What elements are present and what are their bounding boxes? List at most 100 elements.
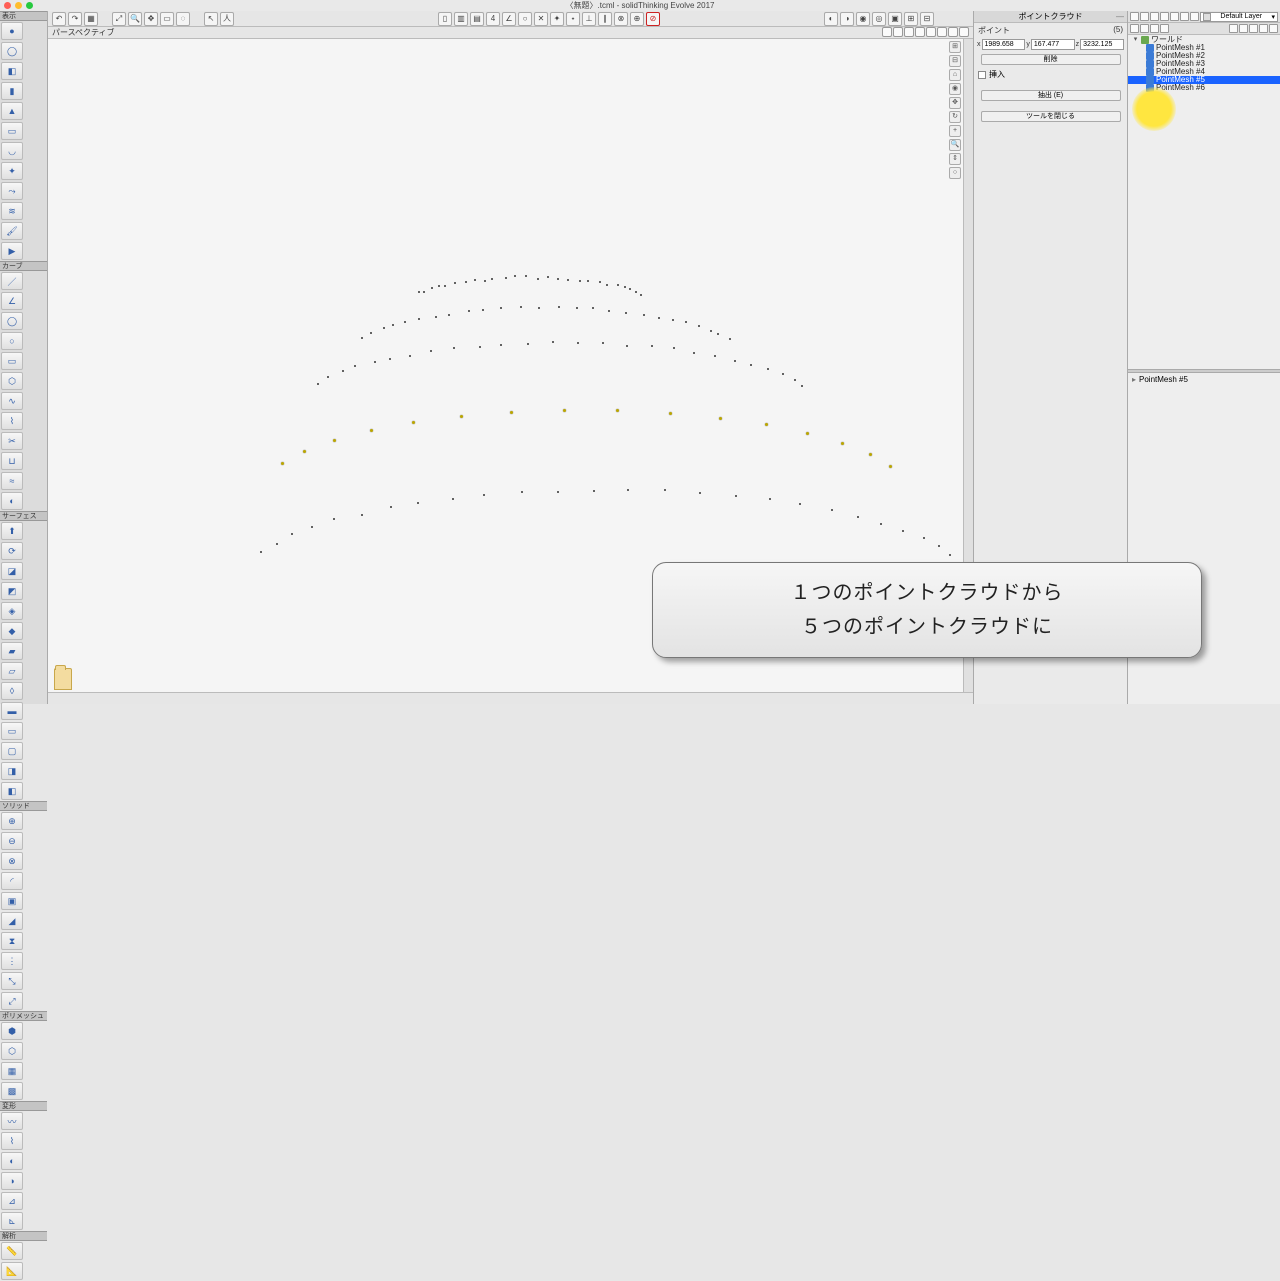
checkbox-icon[interactable]: [978, 71, 986, 79]
tool-d1-icon[interactable]: 〰: [1, 1112, 23, 1130]
tool-circle-icon[interactable]: ○: [1, 332, 23, 350]
vp-side-4-icon[interactable]: ◉: [949, 83, 961, 95]
tool-snap7-icon[interactable]: ∥: [598, 12, 612, 26]
tool-snap1-icon[interactable]: ∠: [502, 12, 516, 26]
tool-redo-icon[interactable]: ↷: [68, 12, 82, 26]
rb3-icon[interactable]: [1150, 24, 1159, 33]
tool-pm1-icon[interactable]: ⬢: [1, 1022, 23, 1040]
tool-bool2-icon[interactable]: ⊖: [1, 832, 23, 850]
prop-close-button[interactable]: ツールを閉じる: [981, 111, 1121, 122]
tool-srf10-icon[interactable]: ▢: [1, 742, 23, 760]
rt1-icon[interactable]: [1130, 12, 1139, 21]
tool-srf8-icon[interactable]: ▬: [1, 702, 23, 720]
tool-srf5-icon[interactable]: ▰: [1, 642, 23, 660]
detail-node[interactable]: ▸PointMesh #5: [1128, 373, 1280, 386]
tool-srf3-icon[interactable]: ◈: [1, 602, 23, 620]
tool-srf4-icon[interactable]: ◆: [1, 622, 23, 640]
tree-item[interactable]: PointMesh #6: [1128, 84, 1280, 92]
tool-rev-icon[interactable]: ⟳: [1, 542, 23, 560]
tool-mir-icon[interactable]: ⧗: [1, 932, 23, 950]
vp-btn-7-icon[interactable]: [948, 27, 958, 37]
tool-draft-icon[interactable]: ◢: [1, 912, 23, 930]
tool-ext-icon[interactable]: ⬆: [1, 522, 23, 540]
rt5-icon[interactable]: [1170, 12, 1179, 21]
layer-selector[interactable]: Default Layer▾: [1200, 12, 1278, 22]
tool-render6-icon[interactable]: ⊞: [904, 12, 918, 26]
rt7-icon[interactable]: [1190, 12, 1199, 21]
tool-cube-icon[interactable]: ◧: [1, 62, 23, 80]
tool-person-icon[interactable]: 人: [220, 12, 234, 26]
tool-pm3-icon[interactable]: ▦: [1, 1062, 23, 1080]
rb1-icon[interactable]: [1130, 24, 1139, 33]
tool-render5-icon[interactable]: ▣: [888, 12, 902, 26]
vp-side-2-icon[interactable]: ⊟: [949, 55, 961, 67]
vp-btn-6-icon[interactable]: [937, 27, 947, 37]
tool-d5-icon[interactable]: ⊿: [1, 1192, 23, 1210]
tool-grid-icon[interactable]: ▦: [84, 12, 98, 26]
rb2-icon[interactable]: [1140, 24, 1149, 33]
tool-view1-icon[interactable]: ▯: [438, 12, 452, 26]
tool-line-icon[interactable]: ／: [1, 272, 23, 290]
tool-arc-icon[interactable]: ◡: [1, 142, 23, 160]
tool-view4-icon[interactable]: 4: [486, 12, 500, 26]
vp-side-6-icon[interactable]: ↻: [949, 111, 961, 123]
tool-view3-icon[interactable]: ▤: [470, 12, 484, 26]
tool-snap3-icon[interactable]: ✕: [534, 12, 548, 26]
tool-bool1-icon[interactable]: ⊕: [1, 812, 23, 830]
tool-sweep-icon[interactable]: ⤳: [1, 182, 23, 200]
minimize-window-icon[interactable]: [15, 2, 22, 9]
tool-pm2-icon[interactable]: ⬡: [1, 1042, 23, 1060]
vp-side-3-icon[interactable]: ⌂: [949, 69, 961, 81]
tool-render3-icon[interactable]: ◉: [856, 12, 870, 26]
tool-pm4-icon[interactable]: ▩: [1, 1082, 23, 1100]
rt3-icon[interactable]: [1150, 12, 1159, 21]
tool-srf7-icon[interactable]: ◊: [1, 682, 23, 700]
tool-arr-icon[interactable]: ⋮: [1, 952, 23, 970]
coord-z-input[interactable]: [1080, 39, 1124, 50]
vp-btn-8-icon[interactable]: [959, 27, 969, 37]
tool-flag-icon[interactable]: ▶: [1, 242, 23, 260]
tool-snap4-icon[interactable]: ✦: [550, 12, 564, 26]
tool-cone-icon[interactable]: ▲: [1, 102, 23, 120]
tool-ngon-icon[interactable]: ⬡: [1, 372, 23, 390]
tool-snap2-icon[interactable]: ○: [518, 12, 532, 26]
rt2-icon[interactable]: [1140, 12, 1149, 21]
vp-btn-3-icon[interactable]: [904, 27, 914, 37]
tool-sc1-icon[interactable]: ⤡: [1, 972, 23, 990]
tool-render2-icon[interactable]: ◑: [840, 12, 854, 26]
tool-join-icon[interactable]: ⊔: [1, 452, 23, 470]
maximize-window-icon[interactable]: [26, 2, 33, 9]
tool-cursor-icon[interactable]: ↖: [204, 12, 218, 26]
tool-bool3-icon[interactable]: ⊗: [1, 852, 23, 870]
tool-render1-icon[interactable]: ◐: [824, 12, 838, 26]
rt6-icon[interactable]: [1180, 12, 1189, 21]
tool-a1-icon[interactable]: 📏: [1, 1242, 23, 1260]
prop-extract-button[interactable]: 抽出 (E): [981, 90, 1121, 101]
rb4-icon[interactable]: [1160, 24, 1169, 33]
vp-side-7-icon[interactable]: +: [949, 125, 961, 137]
rb5-icon[interactable]: [1229, 24, 1238, 33]
vp-btn-1-icon[interactable]: [882, 27, 892, 37]
expand-icon[interactable]: ▸: [1132, 375, 1136, 384]
tool-star-icon[interactable]: ✦: [1, 162, 23, 180]
rb6-icon[interactable]: [1239, 24, 1248, 33]
tool-cyl-icon[interactable]: ▮: [1, 82, 23, 100]
tool-d2-icon[interactable]: ⌇: [1, 1132, 23, 1150]
tool-a2-icon[interactable]: 📐: [1, 1262, 23, 1280]
tool-poly-icon[interactable]: ∠: [1, 292, 23, 310]
tool-sphere-icon[interactable]: ●: [1, 22, 23, 40]
tool-shell-icon[interactable]: ▣: [1, 892, 23, 910]
tool-snap6-icon[interactable]: ⊥: [582, 12, 596, 26]
tool-helix-icon[interactable]: ⌇: [1, 412, 23, 430]
tool-trim-icon[interactable]: ✂: [1, 432, 23, 450]
tool-lasso-icon[interactable]: ◌: [176, 12, 190, 26]
tool-blend-icon[interactable]: ◐: [1, 492, 23, 510]
vp-side-10-icon[interactable]: ○: [949, 167, 961, 179]
coord-y-input[interactable]: [1031, 39, 1075, 50]
tool-srf2-icon[interactable]: ◩: [1, 582, 23, 600]
tool-snap9-icon[interactable]: ⊕: [630, 12, 644, 26]
tool-srf1-icon[interactable]: ◪: [1, 562, 23, 580]
coord-x-input[interactable]: [982, 39, 1026, 50]
vp-side-5-icon[interactable]: ✥: [949, 97, 961, 109]
tool-loft-icon[interactable]: ≋: [1, 202, 23, 220]
